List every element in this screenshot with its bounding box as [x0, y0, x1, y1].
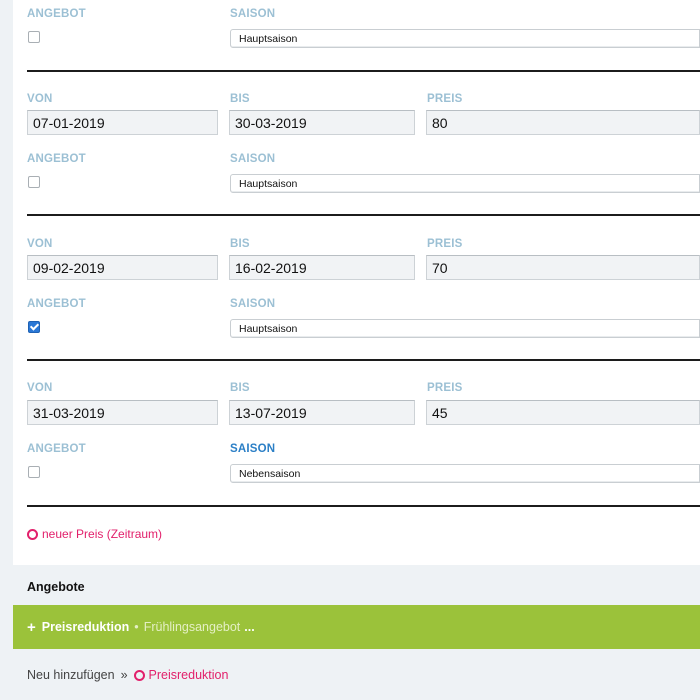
- angebot-checkbox[interactable]: [28, 176, 40, 188]
- angebot-label: ANGEBOT: [27, 443, 86, 455]
- period-divider: [27, 70, 700, 72]
- preis-label: PREIS: [427, 382, 463, 394]
- preis-input[interactable]: 45: [426, 400, 700, 425]
- add-price-reduction-link[interactable]: Preisreduktion: [133, 668, 229, 682]
- von-label: VON: [27, 93, 53, 105]
- offer-separator: •: [134, 620, 139, 634]
- saison-label-active: SAISON: [230, 443, 276, 455]
- bis-input[interactable]: 13-07-2019: [229, 400, 415, 425]
- offers-heading: Angebote: [27, 580, 85, 594]
- offer-title: Preisreduktion: [41, 620, 130, 634]
- bis-label: BIS: [230, 93, 250, 105]
- saison-label: SAISON: [230, 8, 276, 20]
- offers-section: Angebote + Preisreduktion • Frühlingsang…: [0, 565, 700, 700]
- circle-icon: [133, 669, 145, 681]
- von-label: VON: [27, 238, 53, 250]
- plus-icon[interactable]: +: [27, 619, 36, 636]
- von-input[interactable]: 31-03-2019: [27, 400, 218, 425]
- saison-select[interactable]: Nebensaison: [230, 464, 700, 483]
- period-divider: [27, 214, 700, 216]
- bis-label: BIS: [230, 382, 250, 394]
- von-input[interactable]: 07-01-2019: [27, 110, 218, 135]
- offer-item[interactable]: + Preisreduktion • Frühlingsangebot ...: [13, 605, 700, 649]
- saison-select[interactable]: Hauptsaison: [230, 174, 700, 193]
- period-divider: [27, 505, 700, 507]
- saison-select[interactable]: Hauptsaison: [230, 29, 700, 48]
- add-new-row: Neu hinzufügen » Preisreduktion: [27, 668, 228, 682]
- offer-more: ...: [244, 620, 255, 634]
- angebot-checkbox[interactable]: [28, 466, 40, 478]
- von-input[interactable]: 09-02-2019: [27, 255, 218, 280]
- angebot-label: ANGEBOT: [27, 298, 86, 310]
- preis-input[interactable]: 70: [426, 255, 700, 280]
- offer-subtitle: Frühlingsangebot: [143, 620, 241, 634]
- angebot-label: ANGEBOT: [27, 153, 86, 165]
- add-price-reduction-label: Preisreduktion: [148, 668, 229, 682]
- preis-label: PREIS: [427, 238, 463, 250]
- preis-input[interactable]: 80: [426, 110, 700, 135]
- bis-input[interactable]: 16-02-2019: [229, 255, 415, 280]
- saison-label: SAISON: [230, 298, 276, 310]
- period-divider: [27, 359, 700, 361]
- angebot-checkbox[interactable]: [28, 31, 40, 43]
- saison-select[interactable]: Hauptsaison: [230, 319, 700, 338]
- saison-label: SAISON: [230, 153, 276, 165]
- bis-label: BIS: [230, 238, 250, 250]
- von-label: VON: [27, 382, 53, 394]
- add-new-label: Neu hinzufügen: [27, 668, 115, 682]
- add-price-period-label: neuer Preis (Zeitraum): [42, 527, 163, 541]
- left-gutter: [0, 0, 13, 565]
- breadcrumb-separator: »: [120, 668, 128, 682]
- circle-icon: [27, 528, 38, 540]
- angebot-checkbox-checked[interactable]: [28, 321, 40, 333]
- add-price-period-link[interactable]: neuer Preis (Zeitraum): [27, 527, 162, 541]
- preis-label: PREIS: [427, 93, 463, 105]
- bis-input[interactable]: 30-03-2019: [229, 110, 415, 135]
- angebot-label: ANGEBOT: [27, 8, 86, 20]
